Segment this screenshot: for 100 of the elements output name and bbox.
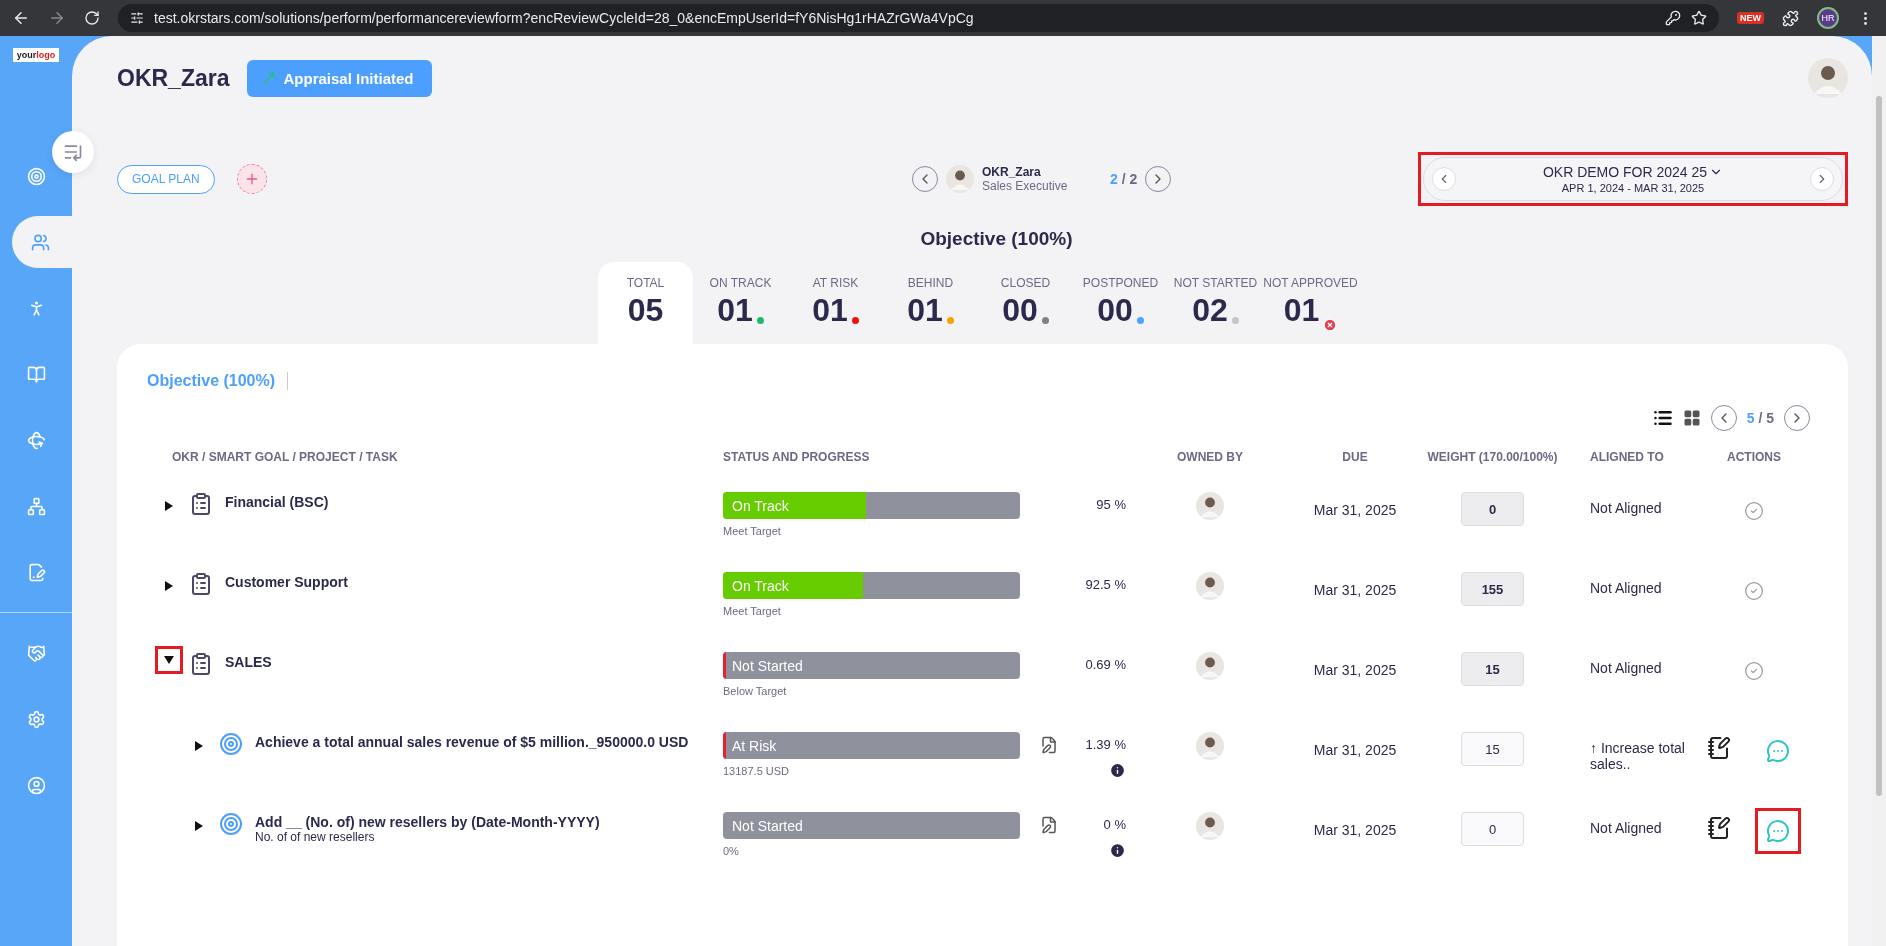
rotate-icon [26,430,46,450]
list-view-icon[interactable] [1652,408,1673,428]
hierarchy-icon [26,496,46,516]
weight-field[interactable]: 0 [1461,492,1524,526]
stat-value: 01 [717,294,753,326]
goal-title[interactable]: SALES [225,654,272,670]
user-icon [26,775,46,795]
cycle-title[interactable]: OKR DEMO FOR 2024 25 [1542,164,1724,180]
info-icon[interactable] [1109,762,1126,779]
weight-field[interactable]: 15 [1461,732,1524,766]
url-text: test.okrstars.com/solutions/perform/performancereviewform?encReviewCycleId=28_0&encEmpUserId=fY6NisHg1rHAZrGWa4VpCg [154,10,975,26]
stat-tab[interactable]: ON TRACK 01 [693,262,788,344]
weight-field[interactable]: 155 [1461,572,1524,606]
aligned-to-text: Not Aligned [1589,579,1662,598]
stat-value: 05 [627,294,664,326]
stat-label: ON TRACK [709,276,772,290]
status-label: Not Started [732,818,803,834]
site-settings-icon[interactable] [130,11,144,25]
column-header: ACTIONS [1727,450,1781,464]
stat-tab[interactable]: NOT APPROVED 01 [1263,262,1358,344]
owner-avatar [1196,492,1224,520]
progress-note: Below Target [723,685,788,697]
status-label: On Track [732,578,789,594]
extensions-icon[interactable] [1782,9,1799,27]
aligned-to-text: ↑ Increase total sales.. [1589,739,1686,774]
address-bar[interactable]: test.okrstars.com/solutions/perform/performancereviewform?encReviewCycleId=28_0&encEmpUserId=fY6NisHg1rHAZrGWa4VpCg [118,4,1719,32]
handshake-icon [26,643,46,663]
document-edit-icon [26,562,46,582]
employee-counter: 2 / 2 [1110,171,1138,187]
stat-tab[interactable]: POSTPONED 00 [1073,262,1168,344]
stat-value: 01 [812,294,848,326]
target-icon [26,166,46,186]
grid-view-icon[interactable] [1682,409,1701,427]
due-date: Mar 31, 2025 [1313,581,1397,600]
due-date: Mar 31, 2025 [1313,661,1397,680]
progress-percent: 0 % [1103,817,1126,832]
column-header: OWNED BY [1177,450,1243,464]
reload-icon[interactable] [84,10,100,26]
team-icon [31,232,50,252]
summary-title: Objective (100%) [919,228,1073,250]
previous-cycle-button[interactable] [1432,167,1456,191]
progress-percent: 92.5 % [1085,577,1126,592]
stat-tab[interactable]: TOTAL 05 [598,262,693,344]
note-icon[interactable] [1040,816,1058,834]
key-icon[interactable] [1665,10,1681,26]
profile-avatar[interactable]: HR [1817,7,1839,29]
stat-tab[interactable]: CLOSED 00 [978,262,1073,344]
stat-value: 00 [1097,294,1133,326]
owner-avatar [1196,732,1224,760]
progress-note: Meet Target [723,605,782,617]
sidebar-item[interactable] [12,216,72,268]
info-icon[interactable] [1109,842,1126,859]
stat-value: 01 [907,294,943,326]
aligned-to-text: Not Aligned [1589,819,1662,838]
bookmark-star-icon[interactable] [1691,10,1707,26]
owner-avatar [1196,572,1224,600]
due-date: Mar 31, 2025 [1313,501,1397,520]
progress-note: 13187.5 USD [723,765,791,777]
cycle-selector[interactable]: OKR DEMO FOR 2024 25 APR 1, 2024 - MAR 31, 2025 [1423,157,1843,201]
forward-icon[interactable] [48,9,66,27]
page-counter: 5 / 5 [1746,410,1774,426]
target-icon [219,812,243,836]
stat-label: NOT APPROVED [1263,276,1358,290]
check-circle-icon[interactable] [1744,501,1764,521]
progress-percent: 1.39 % [1085,737,1126,752]
clipboard-icon [189,652,213,676]
note-icon[interactable] [1040,736,1058,754]
status-label: At Risk [732,738,777,754]
back-icon[interactable] [12,9,30,27]
collapse-menu-icon [63,142,83,162]
stat-label: TOTAL [626,276,665,290]
extension-badge[interactable]: NEW [1737,12,1764,24]
scrollbar[interactable] [1872,36,1886,946]
stat-tab[interactable]: BEHIND 01 [883,262,978,344]
progress-note: 0% [723,845,740,857]
due-date: Mar 31, 2025 [1313,821,1397,840]
owner-avatar [1196,652,1224,680]
goal-title[interactable]: Achieve a total annual sales revenue of $5 million._950000.0 USD [255,734,689,750]
progress-note: Meet Target [723,525,782,537]
weight-field[interactable]: 15 [1461,652,1524,686]
weight-field[interactable]: 0 [1461,812,1524,846]
chat-icon[interactable] [1766,739,1790,763]
check-circle-icon[interactable] [1744,661,1764,681]
stat-label: BEHIND [907,276,954,290]
clipboard-icon [189,492,213,516]
stat-value: 00 [1002,294,1038,326]
add-button[interactable] [236,164,267,194]
stat-tab[interactable]: AT RISK 01 [788,262,883,344]
goal-subtitle: No. of of new resellers [255,830,376,844]
sidebar-toggle[interactable] [52,131,94,173]
chat-icon[interactable] [1766,819,1790,843]
check-circle-icon[interactable] [1744,581,1764,601]
stat-value: 01 [1283,294,1320,326]
stat-tab[interactable]: NOT STARTED 02 [1168,262,1263,344]
clipboard-icon [189,572,213,596]
goal-title[interactable]: Add __ (No. of) new resellers by (Date-Month-YYYY) [255,814,600,830]
goal-title[interactable]: Customer Support [225,574,348,590]
next-cycle-button[interactable] [1810,167,1834,191]
goal-title[interactable]: Financial (BSC) [225,494,329,510]
progress-percent: 95 % [1096,497,1126,512]
